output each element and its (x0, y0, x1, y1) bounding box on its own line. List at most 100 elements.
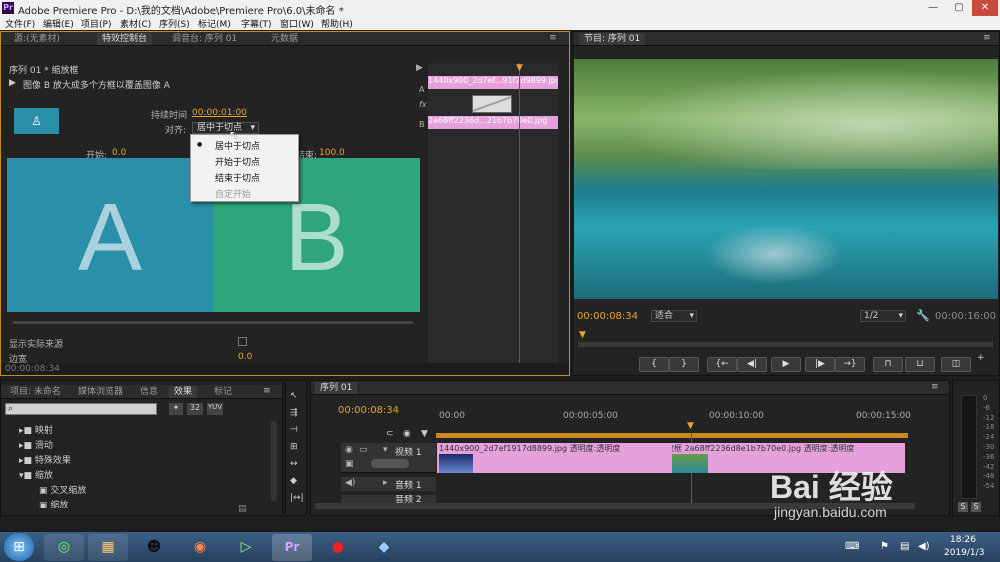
mini-clip-b[interactable]: 2a68ff2236d...21b7b70e0.jpg (428, 116, 558, 129)
minimize-icon[interactable]: — (920, 0, 946, 16)
tab-project[interactable]: 项目: 未命名 (5, 386, 66, 398)
effects-scrollbar[interactable] (271, 421, 277, 501)
tray-network-icon[interactable]: ▤ (900, 541, 909, 552)
tab-media-browser[interactable]: 媒体浏览器 (73, 386, 128, 398)
option-start[interactable]: 开始于切点 (215, 155, 260, 168)
mark-in-button[interactable]: { (639, 357, 669, 372)
tab-effect-controls[interactable]: 特效控制台 (97, 33, 153, 45)
step-back-button[interactable]: ◀| (737, 357, 767, 372)
menu-edit[interactable]: 编辑(E) (43, 17, 74, 30)
panel-menu-icon[interactable]: ≡ (549, 33, 557, 43)
menu-file[interactable]: 文件(F) (5, 17, 35, 30)
expand-icon[interactable]: ▸ (383, 478, 388, 488)
mark-out-button[interactable]: } (669, 357, 699, 372)
taskbar-360-icon[interactable]: ◎ (44, 534, 84, 561)
export-frame-button[interactable]: ◫ (941, 357, 971, 372)
mini-transition[interactable] (472, 95, 512, 113)
mini-playhead[interactable] (519, 63, 520, 363)
tree-item-slide[interactable]: ▸■ 滑动 (19, 438, 53, 451)
rolling-edit-icon[interactable]: ⊞ (290, 442, 298, 452)
eye-icon[interactable]: ◉ (345, 445, 353, 455)
expand-icon[interactable]: ▾ (383, 445, 388, 455)
marker-icon[interactable]: ▼ (421, 429, 428, 439)
tree-item-map[interactable]: ▸■ 映射 (19, 423, 53, 436)
solo-left-button[interactable]: S (958, 502, 968, 512)
fit-select[interactable]: 适合 ▾ (651, 310, 697, 322)
snap-icon[interactable]: ⊂ (386, 429, 394, 439)
start-value[interactable]: 0.0 (112, 148, 126, 158)
tray-keyboard-icon[interactable]: ⌨ (845, 541, 859, 552)
menu-sequence[interactable]: 序列(S) (159, 17, 190, 30)
tab-info[interactable]: 信息 (135, 386, 163, 398)
maximize-icon[interactable]: ▢ (946, 0, 972, 16)
menu-window[interactable]: 窗口(W) (280, 17, 314, 30)
lift-button[interactable]: ⊓ (873, 357, 903, 372)
preview-scrubber[interactable] (13, 321, 413, 324)
taskbar-app-icon[interactable]: ◆ (364, 534, 404, 561)
end-value[interactable]: 100.0 (319, 148, 345, 158)
solo-right-button[interactable]: S (971, 502, 981, 512)
program-timecode[interactable]: 00:00:08:34 (577, 311, 638, 322)
wrench-icon[interactable]: 🔧 (916, 309, 930, 322)
close-icon[interactable]: ✕ (972, 0, 998, 16)
border-value[interactable]: 0.0 (238, 352, 252, 362)
lock-icon[interactable]: ▭ (359, 445, 368, 455)
display-style-icon[interactable]: ▣ (345, 459, 354, 469)
playhead-marker-icon[interactable]: ▼ (516, 63, 523, 73)
clock-date[interactable]: 2019/1/3 (944, 548, 984, 558)
selection-tool-icon[interactable]: ↖ (290, 391, 298, 401)
tab-metadata[interactable]: 元数据 (266, 33, 303, 45)
show-source-checkbox[interactable] (238, 337, 247, 346)
tree-item-zoom[interactable]: ▾■ 缩放 (19, 468, 53, 481)
step-forward-button[interactable]: |▶ (805, 357, 835, 372)
go-to-in-button[interactable]: {← (707, 357, 737, 372)
start-button[interactable]: ⊞ (4, 533, 34, 561)
tab-sequence-01[interactable]: 序列 01 (315, 382, 358, 394)
link-icon[interactable]: ◉ (403, 429, 411, 439)
ripple-edit-icon[interactable]: ⊣ (290, 425, 298, 435)
tray-volume-icon[interactable]: ◀) (918, 541, 930, 552)
timeline-playhead-icon[interactable]: ▼ (687, 421, 694, 431)
menu-clip[interactable]: 素材(C) (120, 17, 151, 30)
work-area-bar[interactable] (436, 433, 908, 438)
tree-item-cross-zoom[interactable]: ▣ 交叉缩放 (39, 483, 86, 496)
effects-search-input[interactable]: ⌕ (5, 403, 157, 415)
duration-value[interactable]: 00:00:01:00 (192, 108, 247, 118)
tab-markers[interactable]: 标记 (209, 386, 237, 398)
accelerated-icon[interactable]: ✦ (169, 403, 183, 415)
taskbar-explorer-icon[interactable]: ▦ (88, 534, 128, 561)
tab-audio-mixer[interactable]: 调音台: 序列 01 (167, 33, 242, 45)
menu-title[interactable]: 字幕(T) (241, 17, 272, 30)
align-select[interactable]: 居中于切点 ▾ (192, 122, 260, 134)
go-to-out-button[interactable]: →} (835, 357, 865, 372)
taskbar-recorder-icon[interactable]: ● (318, 534, 358, 561)
yuv-badge[interactable]: YUV (207, 403, 223, 415)
extract-button[interactable]: ⊔ (905, 357, 935, 372)
option-end[interactable]: 结束于切点 (215, 171, 260, 184)
taskbar-firefox-icon[interactable]: ◉ (180, 534, 220, 561)
rate-stretch-icon[interactable]: ↔ (290, 459, 298, 469)
menu-marker[interactable]: 标记(M) (198, 17, 231, 30)
effects-menu-icon[interactable]: ≡ (263, 386, 271, 396)
razor-icon[interactable]: ◆ (290, 476, 297, 486)
resolution-select[interactable]: 1/2 ▾ (860, 310, 906, 322)
menu-project[interactable]: 项目(P) (81, 17, 111, 30)
tab-program[interactable]: 节目: 序列 01 (579, 33, 646, 45)
taskbar-premiere-icon[interactable]: Pr (272, 534, 312, 561)
new-bin-icon[interactable]: ▤ (238, 504, 247, 514)
32bit-badge[interactable]: 32 (187, 403, 203, 415)
video-clip-1[interactable]: 1440x900_2d7ef1917d8899.jpg 透明度:透明度 (437, 443, 672, 473)
taskbar-media-icon[interactable]: ▷ (226, 534, 266, 561)
program-scrubber[interactable] (578, 342, 993, 347)
tab-source[interactable]: 源:(无素材) (9, 33, 65, 45)
speaker-icon[interactable]: ◀) (345, 478, 355, 488)
timeline-menu-icon[interactable]: ≡ (931, 382, 939, 392)
tree-item-zoom-box[interactable]: ▣ 缩放 (39, 498, 68, 508)
slip-icon[interactable]: |↔| (290, 493, 304, 503)
play-button[interactable]: ▶ (771, 357, 801, 372)
tree-item-special[interactable]: ▸■ 特殊效果 (19, 453, 71, 466)
taskbar-qq-icon[interactable]: ☻ (134, 534, 174, 561)
tray-flag-icon[interactable]: ⚑ (880, 541, 889, 552)
play-triangle-icon[interactable]: ▶ (416, 63, 423, 73)
program-menu-icon[interactable]: ≡ (983, 33, 991, 43)
